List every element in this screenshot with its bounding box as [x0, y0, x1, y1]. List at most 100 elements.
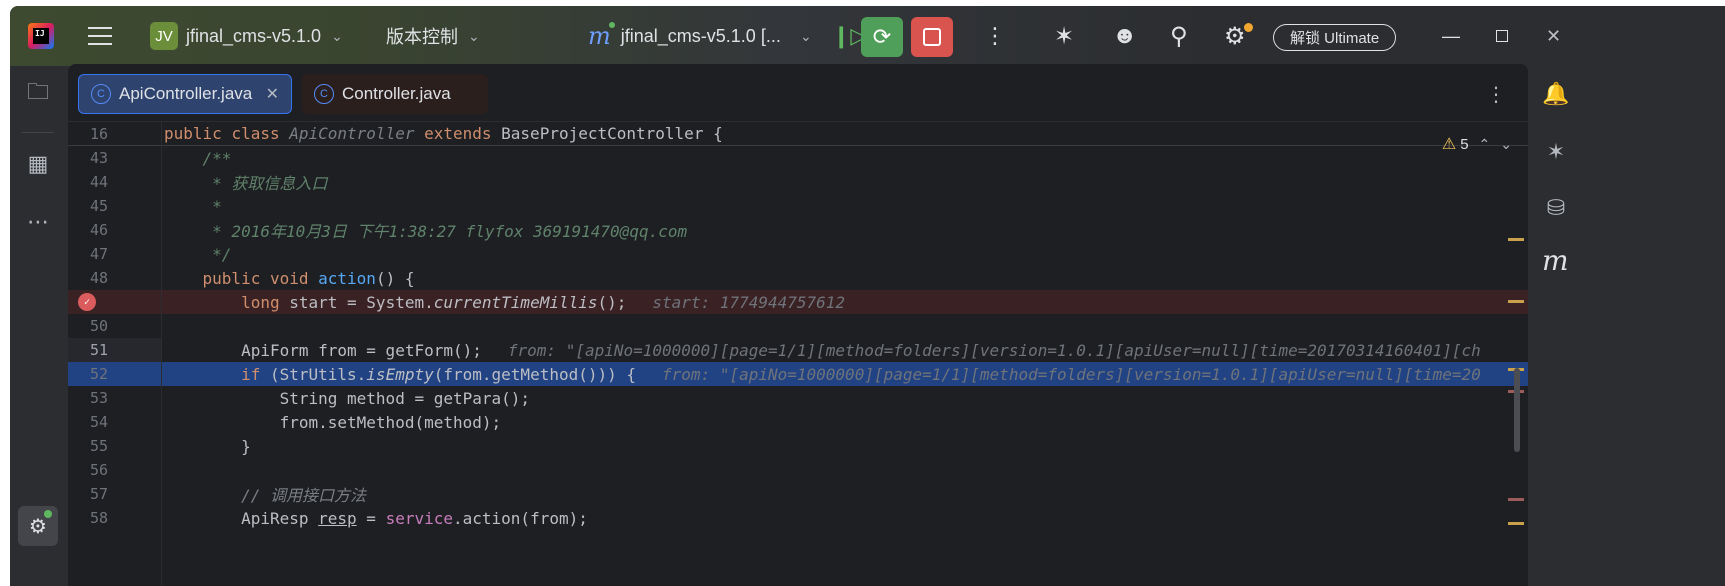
more-actions-button[interactable]: ⋮ [984, 6, 1006, 66]
code-line[interactable]: 52 if (StrUtils.isEmpty(from.getMethod()… [68, 362, 1528, 386]
code-line[interactable]: 48 public void action() { [68, 266, 1528, 290]
inspection-widget[interactable]: ⚠ 5 ⌃ ⌄ [1442, 134, 1512, 154]
line-number[interactable]: 55 [68, 437, 108, 455]
notifications-button[interactable]: 🔔 [1542, 80, 1570, 108]
close-tab-icon[interactable]: ✕ [266, 84, 279, 104]
line-number[interactable]: 58 [68, 509, 108, 527]
code-text: * [164, 197, 222, 216]
code-line[interactable]: 58 ApiResp resp = service.action(from); [68, 506, 1528, 530]
ai-chat-button[interactable]: ✶ [1542, 138, 1570, 166]
project-selector[interactable]: JV jfinal_cms-v5.1.0 ⌄ [150, 6, 343, 66]
code-token: BaseProjectController { [501, 124, 723, 143]
code-line[interactable]: ✓ long start = System.currentTimeMillis(… [68, 290, 1528, 314]
main-menu-button[interactable] [88, 6, 112, 66]
maven-tool-button[interactable]: m [1542, 244, 1569, 277]
run-config-dropdown[interactable]: ⌄ [790, 6, 812, 66]
code-line[interactable]: 54 from.setMethod(method); [68, 410, 1528, 434]
database-button[interactable]: ⛁ [1542, 194, 1570, 222]
debug-rerun-icon: ⟳ [872, 24, 892, 49]
code-line-sticky[interactable]: 16 public class ApiController extends Bas… [68, 122, 1528, 146]
code-text: // 调用接口方法 [164, 482, 366, 506]
vcs-menu[interactable]: 版本控制 ⌄ [386, 6, 480, 66]
code-line[interactable]: 56 [68, 458, 1528, 482]
code-text: * 2016年10月3日 下午1:38:27 flyfox 369191470@… [164, 218, 687, 242]
line-number[interactable]: 57 [68, 485, 108, 503]
search-button[interactable]: ⚲ [1170, 6, 1188, 66]
code-line[interactable]: 47 */ [68, 242, 1528, 266]
inline-debug-value: from: "[apiNo=1000000][page=1/1][method=… [662, 364, 1481, 384]
code-token: resp [318, 508, 357, 528]
stop-button[interactable] [911, 17, 953, 57]
code-line[interactable]: 53 String method = getPara(); [68, 386, 1528, 410]
tab-options-button[interactable]: ⋮ [1486, 82, 1506, 107]
line-number[interactable]: 53 [68, 389, 108, 407]
code-line[interactable]: 57 // 调用接口方法 [68, 482, 1528, 506]
chevron-down-icon[interactable]: ⌄ [1500, 136, 1512, 153]
code-token: = [356, 508, 386, 528]
code-line[interactable]: 43 /** [68, 146, 1528, 170]
code-token: .action(from); [453, 508, 588, 528]
chevron-down-icon: ⌄ [331, 27, 343, 44]
project-name: jfinal_cms-v5.1.0 [186, 25, 322, 46]
left-tool-strip: 🗀 ▦ ⋯ ⚙ [10, 66, 66, 586]
code-area[interactable]: 16 public class ApiController extends Bas… [68, 122, 1528, 586]
close-window-button[interactable]: ✕ [1546, 6, 1561, 66]
code-line[interactable]: 45 * [68, 194, 1528, 218]
more-horizontal-icon: ⋯ [27, 209, 49, 234]
code-text: } [164, 437, 251, 456]
line-number[interactable]: 50 [68, 317, 108, 335]
line-number[interactable]: 45 [68, 197, 108, 215]
code-text: ApiForm from = getForm(); from: "[apiNo=1… [164, 341, 1481, 360]
chevron-up-icon[interactable]: ⌃ [1479, 136, 1491, 153]
code-line[interactable]: 51 ApiForm from = getForm(); from: "[apiN… [68, 338, 1528, 362]
chevron-down-icon: ⌄ [468, 27, 480, 44]
code-text: /** [164, 148, 232, 168]
line-number[interactable]: 48 [68, 269, 108, 287]
minimize-button[interactable]: — [1442, 6, 1460, 66]
settings-button[interactable]: ⚙ [1224, 6, 1246, 66]
maximize-button[interactable] [1496, 6, 1508, 66]
line-number[interactable]: 43 [68, 149, 108, 167]
debug-rerun-button[interactable]: ⟳ [861, 17, 903, 57]
add-user-icon: ☻ [1112, 22, 1138, 49]
tab-controller[interactable]: C Controller.java [302, 74, 488, 114]
project-tool-button[interactable]: 🗀 [24, 79, 52, 108]
code-line[interactable]: 55 } [68, 434, 1528, 458]
editor-tabs: C ApiController.java ✕ C Controller.java… [68, 64, 1528, 122]
warning-marker[interactable] [1508, 522, 1524, 525]
code-line[interactable]: 44 * 获取信息入口 [68, 170, 1528, 194]
ai-assistant-button[interactable]: ✶ [1054, 6, 1074, 66]
line-number[interactable]: 44 [68, 173, 108, 191]
tab-apicontroller[interactable]: C ApiController.java ✕ [78, 74, 292, 114]
run-config-selector[interactable]: m jfinal_cms-v5.1.0 [... [588, 6, 781, 66]
chevron-down-icon: ⌄ [800, 27, 812, 44]
inline-debug-value: from: "[apiNo=1000000][page=1/1][method=… [507, 340, 1481, 360]
line-number[interactable]: 46 [68, 221, 108, 239]
line-number[interactable]: 54 [68, 413, 108, 431]
code-token: action [318, 268, 376, 288]
unlock-ultimate-button[interactable]: 解锁 Ultimate [1273, 24, 1397, 51]
line-number[interactable]: 51 [68, 341, 108, 359]
line-number[interactable]: 47 [68, 245, 108, 263]
debug-tool-button[interactable]: ⚙ [18, 506, 58, 546]
breakpoint-icon[interactable]: ✓ [78, 293, 96, 311]
code-token: isEmpty [366, 364, 434, 384]
more-tools-button[interactable]: ⋯ [24, 208, 52, 236]
menu-icon [88, 27, 112, 45]
line-number[interactable]: 52 [68, 365, 108, 383]
code-with-me-button[interactable]: ☻ [1112, 6, 1137, 66]
line-number[interactable]: 16 [68, 125, 108, 143]
line-number[interactable]: 56 [68, 461, 108, 479]
warning-marker[interactable] [1508, 300, 1524, 303]
structure-tool-button[interactable]: ▦ [24, 150, 52, 178]
code-token: from.setMethod(method); [164, 412, 502, 432]
inline-debug-value: start: 1774944757612 [652, 292, 846, 312]
gutter-divider [161, 122, 162, 586]
warning-marker[interactable] [1508, 238, 1524, 241]
code-line[interactable]: 46 * 2016年10月3日 下午1:38:27 flyfox 3691914… [68, 218, 1528, 242]
code-token: /** [164, 148, 232, 168]
bell-icon: 🔔 [1542, 81, 1570, 106]
vertical-scrollbar[interactable] [1514, 368, 1520, 452]
code-line[interactable]: 50 [68, 314, 1528, 338]
breakpoint-marker[interactable] [1508, 498, 1524, 501]
